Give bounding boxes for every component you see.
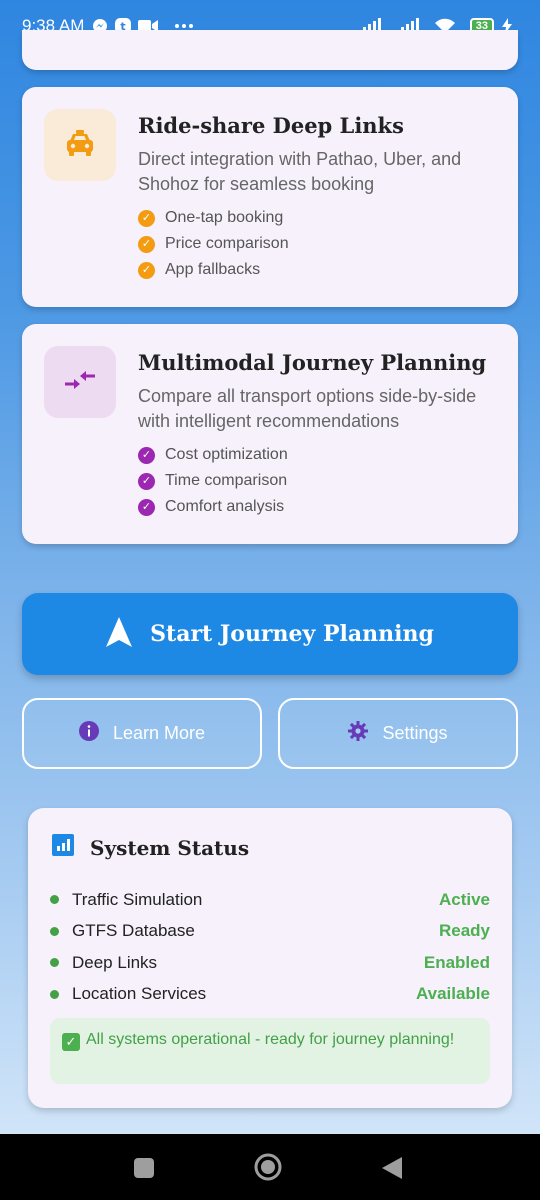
status-row: Traffic Simulation Active bbox=[50, 884, 490, 916]
list-item-label: Comfort analysis bbox=[165, 498, 285, 515]
feature-icon-bg bbox=[44, 346, 116, 418]
analytics-icon bbox=[52, 834, 74, 861]
status-dot-icon bbox=[50, 989, 59, 999]
system-navigation-bar bbox=[0, 1134, 540, 1200]
feature-card-multimodal: Multimodal Journey Planning Compare all … bbox=[22, 324, 518, 544]
taxi-icon bbox=[64, 127, 96, 164]
home-button[interactable] bbox=[254, 1153, 282, 1181]
status-value: Active bbox=[438, 889, 490, 909]
list-item-label: One-tap booking bbox=[165, 209, 284, 226]
list-item: ✓ Cost optimization bbox=[138, 442, 288, 468]
feature-icon-bg bbox=[44, 109, 116, 181]
status-value: Enabled bbox=[423, 952, 490, 972]
recents-button[interactable] bbox=[133, 1157, 155, 1179]
status-message: All systems operational - ready for jour… bbox=[86, 1031, 455, 1048]
check-circle-icon: ✓ bbox=[138, 498, 155, 516]
info-icon bbox=[78, 721, 99, 746]
check-mark-icon: ✓ bbox=[62, 1032, 80, 1051]
list-item-label: App fallbacks bbox=[165, 261, 261, 278]
system-status-card: System Status Traffic Simulation Active … bbox=[28, 808, 512, 1108]
feature-list: ✓ Cost optimization ✓ Time comparison ✓ Com… bbox=[138, 442, 288, 520]
check-circle-icon: ✓ bbox=[138, 209, 155, 227]
feature-title: Ride-share Deep Links bbox=[138, 113, 404, 138]
status-list: Traffic Simulation Active GTFS Database … bbox=[50, 884, 490, 1010]
status-label: Location Services bbox=[72, 984, 207, 1004]
list-item-label: Time comparison bbox=[165, 472, 288, 489]
feature-list: ✓ One-tap booking ✓ Price comparison ✓ App … bbox=[138, 205, 289, 283]
feature-card-rideshare: Ride-share Deep Links Direct integration… bbox=[22, 87, 518, 307]
list-item: ✓ Comfort analysis bbox=[138, 494, 288, 520]
learn-more-button[interactable]: Learn More bbox=[22, 698, 262, 769]
status-message-box: ✓ All systems operational - ready for jou… bbox=[50, 1018, 490, 1084]
list-item: ✓ Time comparison bbox=[138, 468, 288, 494]
status-row: Location Services Available bbox=[50, 979, 490, 1011]
system-status-header: System Status bbox=[52, 834, 249, 861]
status-label: GTFS Database bbox=[72, 921, 195, 941]
settings-label: Settings bbox=[382, 723, 448, 743]
navigation-arrow-icon bbox=[106, 616, 133, 652]
list-item-label: Price comparison bbox=[165, 235, 289, 252]
list-item: ✓ Price comparison bbox=[138, 231, 289, 257]
settings-button[interactable]: Settings bbox=[278, 698, 518, 769]
learn-more-label: Learn More bbox=[112, 723, 206, 743]
status-dot-icon bbox=[50, 895, 59, 905]
start-journey-planning-button[interactable]: Start Journey Planning bbox=[22, 593, 518, 675]
back-button[interactable] bbox=[381, 1156, 403, 1180]
status-value: Available bbox=[415, 984, 490, 1004]
status-value: Ready bbox=[438, 921, 490, 941]
list-item-label: Cost optimization bbox=[165, 446, 288, 463]
gear-icon bbox=[348, 721, 369, 746]
status-row: Deep Links Enabled bbox=[50, 947, 490, 979]
feature-description: Direct integration with Pathao, Uber, an… bbox=[138, 149, 462, 194]
status-dot-icon bbox=[50, 958, 59, 968]
compare-arrows-icon bbox=[63, 366, 97, 399]
status-dot-icon bbox=[50, 926, 59, 936]
status-label: Traffic Simulation bbox=[72, 889, 203, 909]
check-circle-icon: ✓ bbox=[138, 261, 155, 279]
feature-description: Compare all transport options side-by-si… bbox=[138, 386, 477, 431]
list-item: ✓ One-tap booking bbox=[138, 205, 289, 231]
more-icon bbox=[174, 23, 194, 29]
start-journey-planning-label: Start Journey Planning bbox=[150, 621, 434, 647]
check-circle-icon: ✓ bbox=[138, 446, 155, 464]
check-circle-icon: ✓ bbox=[138, 472, 155, 490]
feature-title: Multimodal Journey Planning bbox=[138, 350, 487, 375]
check-circle-icon: ✓ bbox=[138, 235, 155, 253]
status-label: Deep Links bbox=[72, 952, 158, 972]
list-item: ✓ App fallbacks bbox=[138, 257, 289, 283]
previous-feature-card bbox=[22, 30, 518, 70]
status-row: GTFS Database Ready bbox=[50, 916, 490, 948]
system-status-title: System Status bbox=[90, 835, 250, 860]
